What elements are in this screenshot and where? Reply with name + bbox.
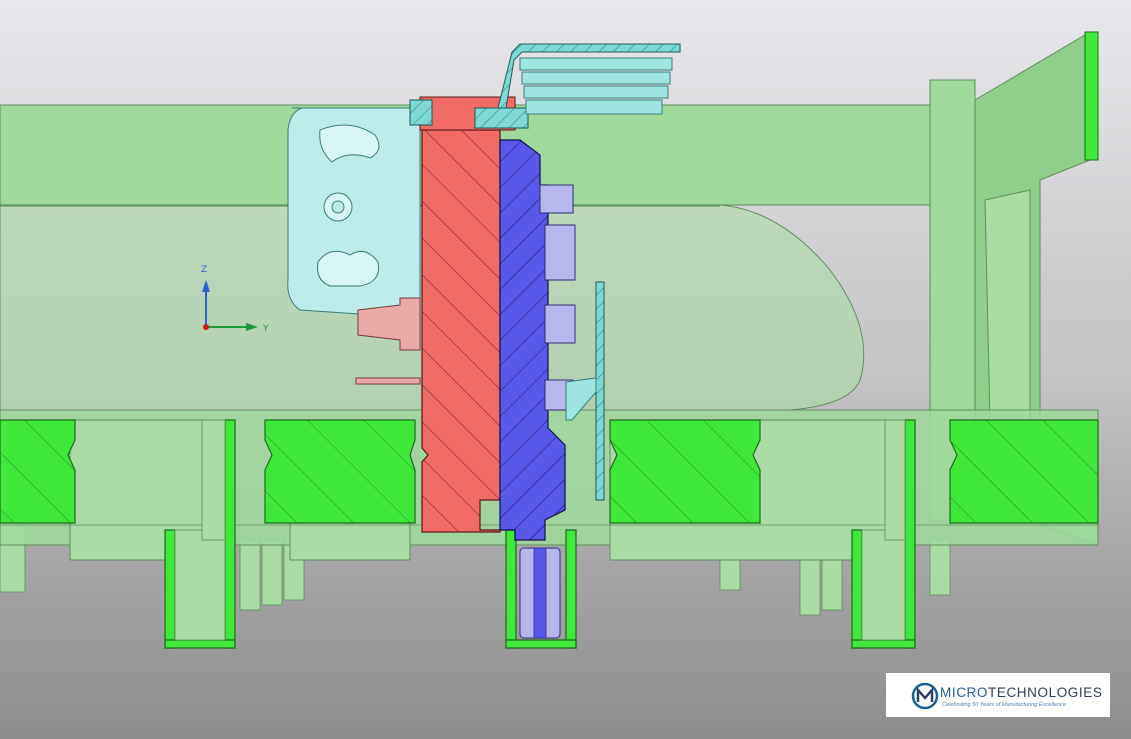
cyan-insulator[interactable]	[287, 107, 421, 319]
cad-viewport[interactable]: Z Y MICROTECHNOLOGIES Celebrating 50 Yea…	[0, 0, 1131, 739]
logo-brand-suffix: TECHNOLOGIES	[988, 685, 1103, 700]
y-axis-label: Y	[262, 324, 269, 334]
company-logo: MICROTECHNOLOGIES Celebrating 50 Years o…	[886, 673, 1110, 717]
logo-brand-prefix: MICRO	[940, 685, 988, 700]
cad-section-view[interactable]: Z Y	[0, 0, 1131, 739]
microtechnologies-logo-icon	[911, 682, 939, 710]
z-axis-label: Z	[201, 265, 207, 275]
logo-tagline: Celebrating 50 Years of Manufacturing Ex…	[942, 702, 1066, 708]
logo-wordmark: MICROTECHNOLOGIES	[940, 685, 1102, 700]
